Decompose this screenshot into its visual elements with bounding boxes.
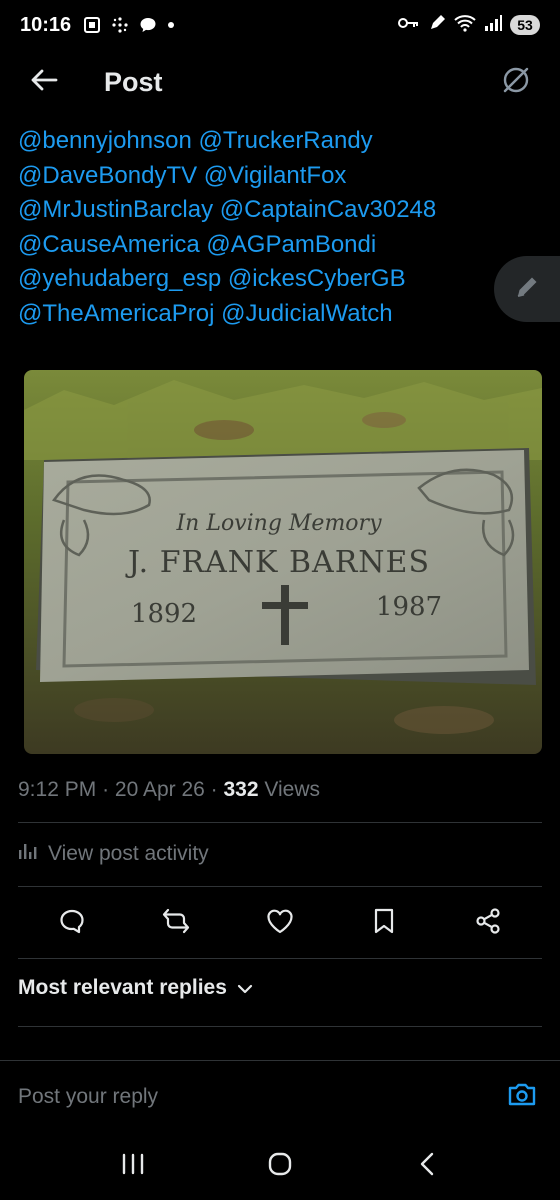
meta-separator: · — [102, 778, 110, 801]
status-bar: 10:16 53 — [0, 0, 560, 50]
post-text: @bennyjohnson @TruckerRandy @DaveBondyTV… — [18, 112, 538, 331]
key-icon — [398, 16, 420, 35]
views-count: 332 — [223, 778, 259, 801]
post-time: 9:12 PM — [18, 778, 97, 801]
pen-icon — [428, 14, 446, 37]
divider — [18, 822, 542, 823]
camera-button[interactable] — [502, 1077, 542, 1117]
chevron-down-icon — [237, 976, 253, 1000]
system-nav-bar — [0, 1132, 560, 1200]
recent-apps-button[interactable] — [103, 1141, 163, 1191]
analytics-icon — [18, 842, 38, 866]
grok-icon — [500, 64, 532, 101]
inscription-name: J. FRANK BARNES — [125, 545, 430, 580]
post-header: Post — [0, 50, 560, 114]
home-icon — [267, 1151, 293, 1182]
back-button[interactable] — [24, 62, 64, 102]
system-back-button[interactable] — [397, 1141, 457, 1191]
inscription-birth-year: 1892 — [131, 599, 197, 629]
arrow-left-icon — [30, 68, 58, 97]
signal-icon — [484, 14, 502, 36]
chevron-left-icon — [419, 1152, 435, 1181]
mention-line[interactable]: @MrJustinBarclay @CaptainCav30248 — [18, 193, 538, 228]
dot-icon — [167, 21, 175, 29]
screenshot-icon — [83, 16, 101, 34]
page-title: Post — [104, 66, 163, 97]
repost-icon — [161, 907, 191, 940]
repost-button[interactable] — [154, 901, 198, 945]
mention-line[interactable]: @yehudaberg_esp @ickesCyberGB — [18, 262, 538, 297]
like-icon — [266, 908, 294, 939]
divider — [18, 1026, 542, 1027]
replies-sort-dropdown[interactable]: Most relevant replies — [18, 976, 253, 1000]
dots-grid-icon — [111, 16, 129, 34]
wifi-icon — [454, 14, 476, 37]
mention-line[interactable]: @DaveBondyTV @VigilantFox — [18, 159, 538, 194]
inscription-death-year: 1987 — [376, 592, 442, 622]
bookmark-icon — [372, 907, 396, 940]
post-actions — [0, 900, 560, 946]
reply-composer — [0, 1060, 560, 1132]
reply-input[interactable] — [18, 1084, 502, 1109]
views-label: Views — [264, 778, 321, 801]
grok-button[interactable] — [496, 62, 536, 102]
post-meta: 9:12 PM · 20 Apr 26 · 332 Views — [18, 778, 320, 802]
share-button[interactable] — [466, 901, 510, 945]
battery-indicator: 53 — [510, 15, 540, 35]
mention-line[interactable]: @bennyjohnson @TruckerRandy — [18, 124, 538, 159]
status-system-icons: 53 — [398, 14, 540, 37]
compose-button[interactable] — [494, 256, 560, 322]
camera-icon — [507, 1081, 537, 1112]
meta-separator: · — [210, 778, 218, 801]
post-date: 20 Apr 26 — [114, 778, 205, 801]
replies-sort-label: Most relevant replies — [18, 976, 227, 999]
divider — [18, 958, 542, 959]
share-icon — [474, 907, 502, 940]
divider — [18, 886, 542, 887]
chat-bubble-icon — [139, 16, 157, 34]
post-image[interactable]: In Loving Memory J. FRANK BARNES 1892 19… — [24, 370, 542, 754]
recent-apps-icon — [121, 1153, 145, 1180]
pencil-icon — [513, 273, 541, 306]
truncated-line — [18, 112, 538, 124]
reply-button[interactable] — [50, 901, 94, 945]
home-button[interactable] — [250, 1141, 310, 1191]
view-post-activity-label: View post activity — [48, 842, 209, 865]
mention-line[interactable]: @TheAmericaProj @JudicialWatch — [18, 297, 538, 332]
view-post-activity-button[interactable]: View post activity — [18, 842, 209, 866]
status-notification-icons — [83, 16, 175, 34]
inscription-header: In Loving Memory — [175, 511, 382, 536]
mention-line[interactable]: @CauseAmerica @AGPamBondi — [18, 228, 538, 263]
bookmark-button[interactable] — [362, 901, 406, 945]
like-button[interactable] — [258, 901, 302, 945]
status-time: 10:16 — [20, 13, 72, 36]
reply-icon — [58, 907, 86, 940]
